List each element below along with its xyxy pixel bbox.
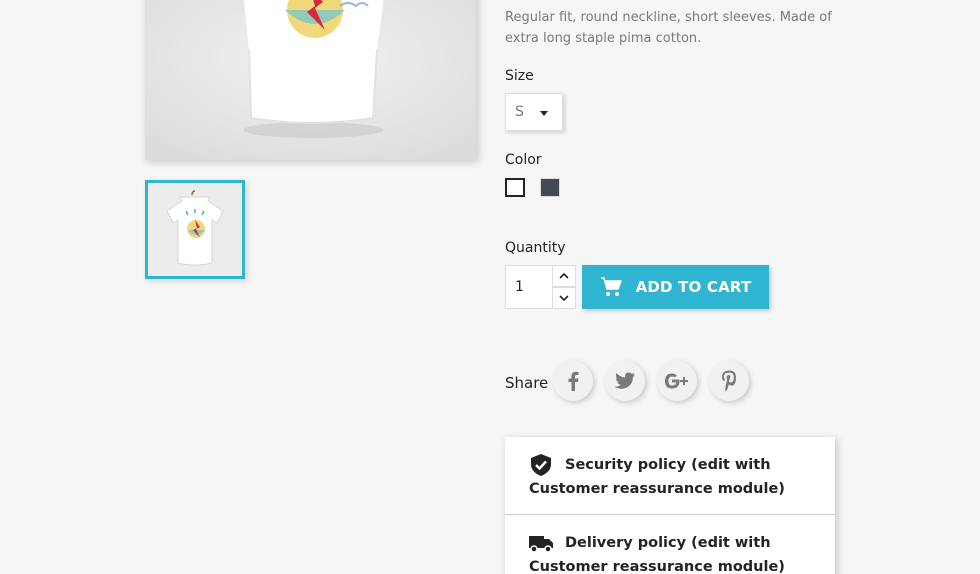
quantity-label: Quantity bbox=[505, 240, 566, 256]
delivery-policy-text: Delivery policy (edit with Customer reas… bbox=[529, 535, 785, 574]
twitter-icon bbox=[614, 372, 635, 389]
reassurance-divider bbox=[505, 514, 835, 515]
reassurance-block: Security policy (edit with Customer reas… bbox=[505, 437, 835, 574]
quantity-input[interactable] bbox=[505, 265, 553, 309]
quantity-decrease-button[interactable] bbox=[552, 287, 576, 309]
google-plus-icon bbox=[665, 373, 688, 389]
color-label: Color bbox=[505, 152, 542, 168]
size-selected-value: S bbox=[515, 104, 524, 120]
size-select[interactable]: S bbox=[505, 93, 563, 131]
truck-icon bbox=[529, 536, 553, 553]
chevron-up-icon bbox=[559, 272, 569, 279]
add-to-cart-label: ADD TO CART bbox=[635, 278, 752, 296]
color-swatch-white[interactable] bbox=[505, 178, 525, 197]
shopping-cart-icon bbox=[600, 277, 622, 296]
share-pinterest-button[interactable] bbox=[709, 361, 749, 401]
share-label: Share bbox=[505, 374, 549, 392]
security-policy-text: Security policy (edit with Customer reas… bbox=[529, 457, 785, 497]
quantity-increase-button[interactable] bbox=[552, 265, 576, 287]
shield-check-icon bbox=[531, 454, 551, 476]
chevron-down-icon bbox=[559, 295, 569, 302]
tshirt-image-icon bbox=[145, 0, 476, 160]
facebook-icon bbox=[568, 371, 579, 391]
product-description: Regular fit, round neckline, short sleev… bbox=[505, 10, 832, 46]
add-to-cart-button[interactable]: ADD TO CART bbox=[582, 265, 769, 309]
share-google-plus-button[interactable] bbox=[657, 361, 697, 401]
size-label: Size bbox=[505, 68, 534, 84]
caret-down-icon bbox=[540, 111, 548, 116]
delivery-policy-item: Delivery policy (edit with Customer reas… bbox=[505, 531, 835, 574]
share-twitter-button[interactable] bbox=[605, 361, 645, 401]
tshirt-thumbnail-icon bbox=[148, 183, 242, 276]
security-policy-item: Security policy (edit with Customer reas… bbox=[505, 453, 835, 501]
pinterest-icon bbox=[722, 370, 736, 392]
product-thumbnail[interactable] bbox=[145, 180, 245, 279]
share-facebook-button[interactable] bbox=[553, 361, 593, 401]
color-swatch-dark-gray[interactable] bbox=[540, 178, 560, 197]
product-main-image[interactable] bbox=[145, 0, 476, 160]
